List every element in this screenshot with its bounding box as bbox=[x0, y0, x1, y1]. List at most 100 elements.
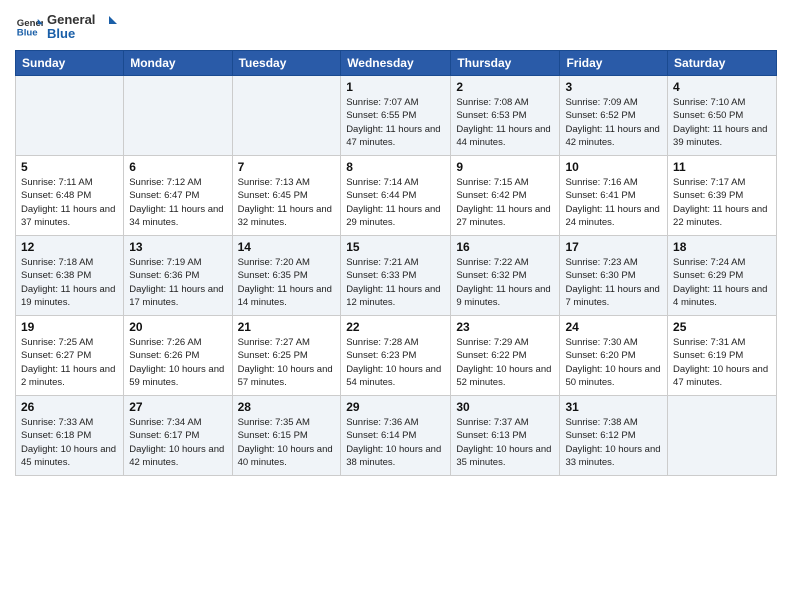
calendar-cell: 19Sunrise: 7:25 AM Sunset: 6:27 PM Dayli… bbox=[16, 316, 124, 396]
logo: General Blue General Blue bbox=[15, 10, 117, 42]
day-number: 26 bbox=[21, 400, 118, 414]
day-info: Sunrise: 7:28 AM Sunset: 6:23 PM Dayligh… bbox=[346, 336, 445, 389]
calendar-cell: 2 Sunrise: 7:08 AM Sunset: 6:53 PM Daylig… bbox=[451, 76, 560, 156]
day-number: 12 bbox=[21, 240, 118, 254]
logo-svg: General Blue bbox=[47, 10, 117, 42]
day-number: 9 bbox=[456, 160, 554, 174]
calendar-cell: 28 Sunrise: 7:35 AM Sunset: 6:15 PM Dayli… bbox=[232, 396, 341, 476]
day-number: 16 bbox=[456, 240, 554, 254]
day-info: Sunrise: 7:14 AM Sunset: 6:44 PM Dayligh… bbox=[346, 176, 445, 229]
calendar-cell: 9Sunrise: 7:15 AM Sunset: 6:42 PM Daylig… bbox=[451, 156, 560, 236]
day-number: 1 bbox=[346, 80, 445, 94]
calendar-cell: 12 Sunrise: 7:18 AM Sunset: 6:38 PM Dayli… bbox=[16, 236, 124, 316]
day-info: Sunrise: 7:37 AM Sunset: 6:13 PM Dayligh… bbox=[456, 416, 554, 469]
calendar-cell: 26 Sunrise: 7:33 AM Sunset: 6:18 PM Dayli… bbox=[16, 396, 124, 476]
calendar-week-row: 1 Sunrise: 7:07 AM Sunset: 6:55 PM Daylig… bbox=[16, 76, 777, 156]
calendar-cell: 20 Sunrise: 7:26 AM Sunset: 6:26 PM Dayli… bbox=[124, 316, 232, 396]
calendar-cell: 16Sunrise: 7:22 AM Sunset: 6:32 PM Dayli… bbox=[451, 236, 560, 316]
day-info: Sunrise: 7:26 AM Sunset: 6:26 PM Dayligh… bbox=[129, 336, 226, 389]
calendar-cell: 15 Sunrise: 7:21 AM Sunset: 6:33 PM Dayli… bbox=[341, 236, 451, 316]
day-of-week-header: Friday bbox=[560, 51, 668, 76]
page-header: General Blue General Blue bbox=[15, 10, 777, 42]
calendar-header-row: SundayMondayTuesdayWednesdayThursdayFrid… bbox=[16, 51, 777, 76]
calendar-cell: 5Sunrise: 7:11 AM Sunset: 6:48 PM Daylig… bbox=[16, 156, 124, 236]
calendar-cell: 6Sunrise: 7:12 AM Sunset: 6:47 PM Daylig… bbox=[124, 156, 232, 236]
day-info: Sunrise: 7:24 AM Sunset: 6:29 PM Dayligh… bbox=[673, 256, 771, 309]
day-number: 31 bbox=[565, 400, 662, 414]
calendar-week-row: 19Sunrise: 7:25 AM Sunset: 6:27 PM Dayli… bbox=[16, 316, 777, 396]
day-info: Sunrise: 7:30 AM Sunset: 6:20 PM Dayligh… bbox=[565, 336, 662, 389]
day-number: 11 bbox=[673, 160, 771, 174]
day-number: 2 bbox=[456, 80, 554, 94]
svg-text:Blue: Blue bbox=[47, 26, 75, 41]
day-number: 4 bbox=[673, 80, 771, 94]
calendar-cell: 7 Sunrise: 7:13 AM Sunset: 6:45 PM Daylig… bbox=[232, 156, 341, 236]
calendar-cell: 25 Sunrise: 7:31 AM Sunset: 6:19 PM Dayli… bbox=[668, 316, 777, 396]
day-info: Sunrise: 7:36 AM Sunset: 6:14 PM Dayligh… bbox=[346, 416, 445, 469]
day-number: 14 bbox=[238, 240, 336, 254]
calendar-cell: 17 Sunrise: 7:23 AM Sunset: 6:30 PM Dayli… bbox=[560, 236, 668, 316]
day-number: 18 bbox=[673, 240, 771, 254]
svg-text:General: General bbox=[47, 12, 95, 27]
day-of-week-header: Sunday bbox=[16, 51, 124, 76]
day-info: Sunrise: 7:19 AM Sunset: 6:36 PM Dayligh… bbox=[129, 256, 226, 309]
calendar-cell: 27 Sunrise: 7:34 AM Sunset: 6:17 PM Dayli… bbox=[124, 396, 232, 476]
day-info: Sunrise: 7:29 AM Sunset: 6:22 PM Dayligh… bbox=[456, 336, 554, 389]
day-info: Sunrise: 7:34 AM Sunset: 6:17 PM Dayligh… bbox=[129, 416, 226, 469]
calendar-week-row: 5Sunrise: 7:11 AM Sunset: 6:48 PM Daylig… bbox=[16, 156, 777, 236]
calendar-cell: 31 Sunrise: 7:38 AM Sunset: 6:12 PM Dayli… bbox=[560, 396, 668, 476]
calendar-cell: 1 Sunrise: 7:07 AM Sunset: 6:55 PM Daylig… bbox=[341, 76, 451, 156]
day-number: 17 bbox=[565, 240, 662, 254]
day-number: 25 bbox=[673, 320, 771, 334]
day-number: 10 bbox=[565, 160, 662, 174]
day-number: 7 bbox=[238, 160, 336, 174]
day-info: Sunrise: 7:20 AM Sunset: 6:35 PM Dayligh… bbox=[238, 256, 336, 309]
day-number: 28 bbox=[238, 400, 336, 414]
day-info: Sunrise: 7:17 AM Sunset: 6:39 PM Dayligh… bbox=[673, 176, 771, 229]
calendar-cell: 22 Sunrise: 7:28 AM Sunset: 6:23 PM Dayli… bbox=[341, 316, 451, 396]
day-number: 29 bbox=[346, 400, 445, 414]
calendar-cell: 4Sunrise: 7:10 AM Sunset: 6:50 PM Daylig… bbox=[668, 76, 777, 156]
day-info: Sunrise: 7:13 AM Sunset: 6:45 PM Dayligh… bbox=[238, 176, 336, 229]
day-of-week-header: Monday bbox=[124, 51, 232, 76]
day-info: Sunrise: 7:23 AM Sunset: 6:30 PM Dayligh… bbox=[565, 256, 662, 309]
day-info: Sunrise: 7:27 AM Sunset: 6:25 PM Dayligh… bbox=[238, 336, 336, 389]
calendar-cell: 3 Sunrise: 7:09 AM Sunset: 6:52 PM Daylig… bbox=[560, 76, 668, 156]
day-number: 24 bbox=[565, 320, 662, 334]
calendar-body: 1 Sunrise: 7:07 AM Sunset: 6:55 PM Daylig… bbox=[16, 76, 777, 476]
day-info: Sunrise: 7:07 AM Sunset: 6:55 PM Dayligh… bbox=[346, 96, 445, 149]
day-number: 27 bbox=[129, 400, 226, 414]
day-number: 15 bbox=[346, 240, 445, 254]
day-info: Sunrise: 7:08 AM Sunset: 6:53 PM Dayligh… bbox=[456, 96, 554, 149]
day-number: 6 bbox=[129, 160, 226, 174]
calendar-cell: 23Sunrise: 7:29 AM Sunset: 6:22 PM Dayli… bbox=[451, 316, 560, 396]
calendar-cell: 30Sunrise: 7:37 AM Sunset: 6:13 PM Dayli… bbox=[451, 396, 560, 476]
day-info: Sunrise: 7:38 AM Sunset: 6:12 PM Dayligh… bbox=[565, 416, 662, 469]
calendar-cell bbox=[232, 76, 341, 156]
calendar-week-row: 12 Sunrise: 7:18 AM Sunset: 6:38 PM Dayli… bbox=[16, 236, 777, 316]
day-info: Sunrise: 7:21 AM Sunset: 6:33 PM Dayligh… bbox=[346, 256, 445, 309]
day-number: 20 bbox=[129, 320, 226, 334]
day-info: Sunrise: 7:35 AM Sunset: 6:15 PM Dayligh… bbox=[238, 416, 336, 469]
day-number: 3 bbox=[565, 80, 662, 94]
calendar-cell: 13 Sunrise: 7:19 AM Sunset: 6:36 PM Dayli… bbox=[124, 236, 232, 316]
logo-icon: General Blue bbox=[15, 12, 43, 40]
day-info: Sunrise: 7:31 AM Sunset: 6:19 PM Dayligh… bbox=[673, 336, 771, 389]
day-of-week-header: Tuesday bbox=[232, 51, 341, 76]
calendar-cell bbox=[668, 396, 777, 476]
calendar-cell: 14 Sunrise: 7:20 AM Sunset: 6:35 PM Dayli… bbox=[232, 236, 341, 316]
calendar-cell: 11 Sunrise: 7:17 AM Sunset: 6:39 PM Dayli… bbox=[668, 156, 777, 236]
day-info: Sunrise: 7:18 AM Sunset: 6:38 PM Dayligh… bbox=[21, 256, 118, 309]
calendar-cell bbox=[16, 76, 124, 156]
calendar-table: SundayMondayTuesdayWednesdayThursdayFrid… bbox=[15, 50, 777, 476]
day-info: Sunrise: 7:33 AM Sunset: 6:18 PM Dayligh… bbox=[21, 416, 118, 469]
day-info: Sunrise: 7:09 AM Sunset: 6:52 PM Dayligh… bbox=[565, 96, 662, 149]
day-number: 13 bbox=[129, 240, 226, 254]
calendar-week-row: 26 Sunrise: 7:33 AM Sunset: 6:18 PM Dayli… bbox=[16, 396, 777, 476]
svg-text:Blue: Blue bbox=[17, 28, 38, 39]
calendar-cell: 21Sunrise: 7:27 AM Sunset: 6:25 PM Dayli… bbox=[232, 316, 341, 396]
day-number: 8 bbox=[346, 160, 445, 174]
day-of-week-header: Wednesday bbox=[341, 51, 451, 76]
day-number: 22 bbox=[346, 320, 445, 334]
calendar-cell: 10Sunrise: 7:16 AM Sunset: 6:41 PM Dayli… bbox=[560, 156, 668, 236]
